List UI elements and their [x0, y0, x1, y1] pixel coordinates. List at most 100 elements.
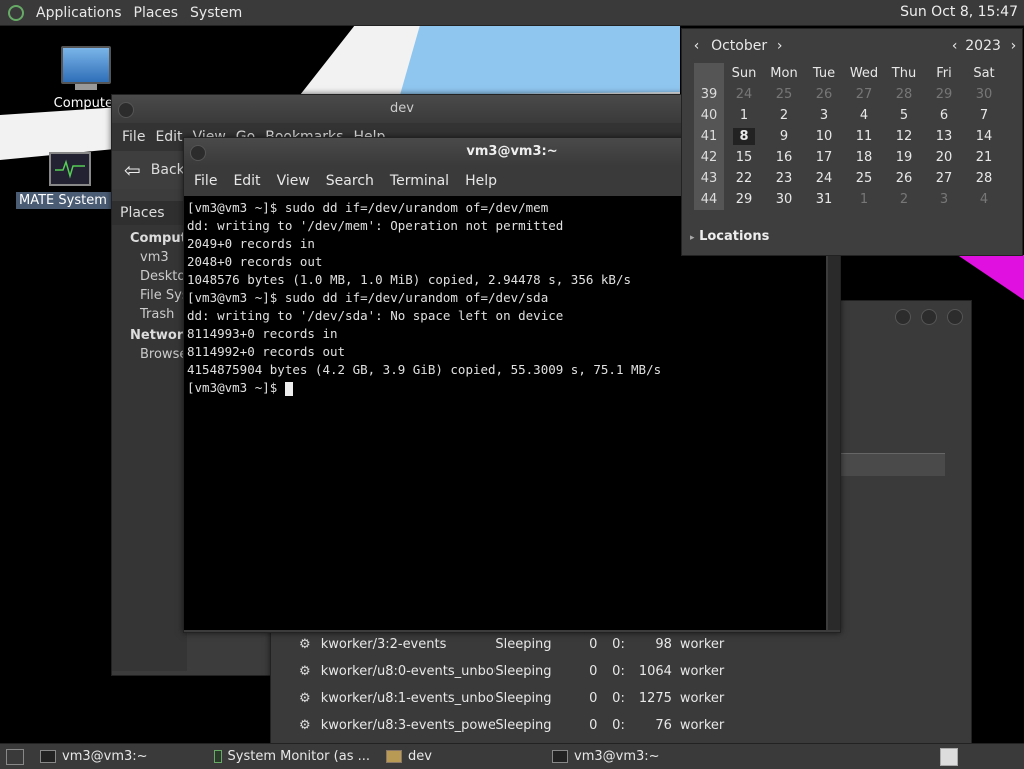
- sidebar-item-browse-network[interactable]: Browse Network: [112, 343, 187, 362]
- calendar-day[interactable]: 25: [764, 87, 804, 102]
- terminal-output[interactable]: [vm3@vm3 ~]$ sudo dd if=/dev/urandom of=…: [184, 196, 826, 630]
- sidebar-group-network: Network: [130, 328, 192, 343]
- table-row[interactable]: ⚙ kworker/u8:3-events_power Sleeping 0 0…: [297, 712, 727, 739]
- next-year-chevron-icon[interactable]: ›: [1005, 38, 1022, 54]
- calendar-day[interactable]: 29: [724, 192, 764, 207]
- calendar-day[interactable]: 23: [764, 171, 804, 186]
- calendar-day[interactable]: 18: [844, 150, 884, 165]
- calendar-day[interactable]: 27: [924, 171, 964, 186]
- weekday-label: Fri: [936, 66, 952, 81]
- calendar-day[interactable]: 28: [964, 171, 1004, 186]
- calendar-day[interactable]: 21: [964, 150, 1004, 165]
- calendar-week-row: 44 29 30 31 1 2 3 4: [694, 189, 1016, 210]
- close-button[interactable]: [947, 309, 963, 325]
- calendar-day[interactable]: 7: [964, 108, 1004, 123]
- process-name: kworker/u8:1-events_unbound: [320, 691, 496, 706]
- calendar-day[interactable]: 5: [884, 108, 924, 123]
- calendar-day[interactable]: 16: [764, 150, 804, 165]
- workspace-switcher-icon[interactable]: [940, 748, 958, 766]
- menu-view[interactable]: View: [277, 173, 310, 189]
- table-row[interactable]: ⚙ kworker/u8:0-events_unbound Sleeping 0…: [297, 658, 727, 685]
- table-row[interactable]: ⚙ kworker/u8:1-events_unbound Sleeping 0…: [297, 685, 727, 712]
- calendar-day[interactable]: 31: [804, 192, 844, 207]
- menu-file[interactable]: File: [194, 173, 217, 189]
- calendar-week-row: 43 22 23 24 25 26 27 28: [694, 168, 1016, 189]
- calendar-day[interactable]: 29: [924, 87, 964, 102]
- calendar-day[interactable]: 26: [884, 171, 924, 186]
- calendar-day[interactable]: 9: [764, 129, 804, 144]
- calendar-day[interactable]: 1: [724, 108, 764, 123]
- calendar-day[interactable]: 17: [804, 150, 844, 165]
- calendar-day[interactable]: 10: [804, 129, 844, 144]
- calendar-day[interactable]: 26: [804, 87, 844, 102]
- sidebar-item-desktop[interactable]: Desktop: [112, 265, 187, 284]
- process-priority: worker: [679, 664, 725, 679]
- calendar-day[interactable]: 14: [964, 129, 1004, 144]
- places-menu[interactable]: Places: [134, 5, 179, 21]
- process-cpu: 0: [589, 718, 598, 733]
- process-name: kworker/u8:3-events_power: [320, 718, 496, 733]
- table-row[interactable]: ⚙ kworker/3:2-events Sleeping 0 0: 98 wo…: [297, 631, 727, 658]
- terminal-prompt-line[interactable]: [vm3@vm3 ~]$: [187, 379, 823, 397]
- prev-month-chevron-icon[interactable]: ‹: [688, 38, 705, 54]
- menu-help[interactable]: Help: [465, 173, 497, 189]
- menu-file[interactable]: File: [122, 129, 145, 145]
- maximize-button[interactable]: [921, 309, 937, 325]
- calendar-day[interactable]: 30: [764, 192, 804, 207]
- back-arrow-icon[interactable]: ⇦: [124, 158, 141, 182]
- taskbar-item-dev[interactable]: dev: [378, 744, 544, 769]
- calendar-day[interactable]: 15: [724, 150, 764, 165]
- show-desktop-icon[interactable]: [6, 748, 24, 765]
- calendar-day[interactable]: 27: [844, 87, 884, 102]
- menu-search[interactable]: Search: [326, 173, 374, 189]
- calendar-day[interactable]: 3: [924, 192, 964, 207]
- calendar-day[interactable]: 12: [884, 129, 924, 144]
- calendar-day[interactable]: 13: [924, 129, 964, 144]
- calendar-day[interactable]: 11: [844, 129, 884, 144]
- sidebar-group-computer: Computer: [130, 231, 203, 246]
- process-priority: worker: [679, 718, 725, 733]
- menu-edit[interactable]: Edit: [233, 173, 260, 189]
- next-month-chevron-icon[interactable]: ›: [771, 38, 788, 54]
- gear-icon: ⚙: [299, 664, 311, 679]
- taskbar-item-terminal-2[interactable]: vm3@vm3:~: [544, 744, 720, 769]
- prev-year-chevron-icon[interactable]: ‹: [946, 38, 963, 54]
- sidebar-item-filesystem[interactable]: File System: [112, 284, 187, 303]
- calendar-day[interactable]: 2: [764, 108, 804, 123]
- file-manager-titlebar[interactable]: dev: [112, 95, 692, 123]
- calendar-day[interactable]: 6: [924, 108, 964, 123]
- desktop-icon-system-monitor[interactable]: MATE System Monitor: [16, 152, 164, 209]
- sidebar-header[interactable]: Places: [112, 201, 187, 225]
- calendar-day[interactable]: 20: [924, 150, 964, 165]
- calendar-day[interactable]: 30: [964, 87, 1004, 102]
- panel-clock[interactable]: Sun Oct 8, 15:47: [900, 4, 1018, 20]
- calendar-day[interactable]: 24: [724, 87, 764, 102]
- menu-terminal[interactable]: Terminal: [390, 173, 449, 189]
- taskbar-item-terminal[interactable]: vm3@vm3:~: [32, 744, 206, 769]
- window-menu-button[interactable]: [190, 145, 206, 161]
- system-menu[interactable]: System: [190, 5, 242, 21]
- calendar-day[interactable]: 4: [844, 108, 884, 123]
- calendar-day[interactable]: 25: [844, 171, 884, 186]
- calendar-day[interactable]: 19: [884, 150, 924, 165]
- mate-logo-icon[interactable]: [8, 4, 24, 21]
- applications-menu[interactable]: Applications: [36, 5, 122, 21]
- calendar-day-today[interactable]: 8: [724, 128, 764, 145]
- calendar-popup[interactable]: ‹ October › ‹ 2023 › Sun Mon Tue Wed Thu…: [681, 28, 1023, 256]
- calendar-day[interactable]: 28: [884, 87, 924, 102]
- calendar-day[interactable]: 2: [884, 192, 924, 207]
- sidebar-item-home[interactable]: vm3: [112, 246, 187, 265]
- taskbar-item-system-monitor[interactable]: System Monitor (as ...: [206, 744, 378, 769]
- locations-expander[interactable]: ▸ Locations: [690, 229, 769, 244]
- calendar-day[interactable]: 24: [804, 171, 844, 186]
- calendar-day[interactable]: 1: [844, 192, 884, 207]
- calendar-day[interactable]: 22: [724, 171, 764, 186]
- calendar-day[interactable]: 3: [804, 108, 844, 123]
- back-button[interactable]: Back: [151, 162, 185, 178]
- window-menu-button[interactable]: [118, 102, 134, 118]
- menu-edit[interactable]: Edit: [155, 129, 182, 145]
- minimize-button[interactable]: [895, 309, 911, 325]
- calendar-day[interactable]: 4: [964, 192, 1004, 207]
- sidebar-item-trash[interactable]: Trash: [112, 303, 187, 322]
- terminal-scrollbar[interactable]: [828, 196, 840, 630]
